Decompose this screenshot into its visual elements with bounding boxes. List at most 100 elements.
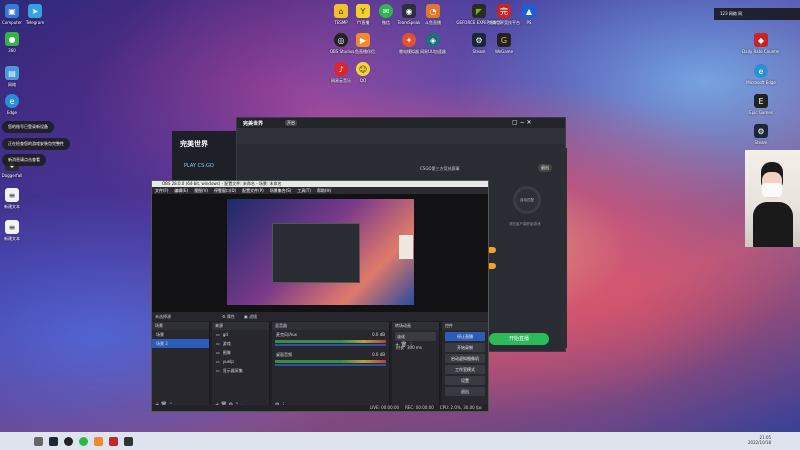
app-tag: PLAY CS:GO bbox=[184, 163, 214, 169]
menu-profile[interactable]: 配置文件(P) bbox=[242, 187, 264, 194]
app-icon: ⌂ bbox=[334, 4, 348, 18]
network-icon: ▤ bbox=[5, 66, 19, 80]
hint-text: 请在客户端开始游戏 bbox=[509, 222, 541, 226]
desktop-icon[interactable]: ➤ Telegram bbox=[20, 4, 50, 25]
virtual-camera-button[interactable]: 启动虚拟摄像机 bbox=[445, 354, 485, 363]
live-status: LIVE: 00:00:00 bbox=[369, 405, 400, 410]
menu-scene-collection[interactable]: 场景集合(S) bbox=[270, 187, 292, 194]
match-ring[interactable]: 自动匹配 bbox=[513, 186, 541, 214]
transitions-title: 转场动画 bbox=[392, 322, 439, 330]
start-live-button[interactable]: 开始直播 bbox=[489, 333, 549, 345]
desktop-icon[interactable]: ◈ 网易UU加速器 bbox=[418, 33, 448, 55]
scene-item[interactable]: 场景 bbox=[152, 330, 209, 339]
source-item[interactable]: ▭ gd bbox=[212, 330, 269, 339]
edge-icon: e bbox=[5, 94, 19, 108]
controls-title: 控件 bbox=[442, 322, 488, 330]
top-right-widget[interactable]: 123 网络 网 bbox=[714, 8, 800, 20]
playstation-icon: ▲ bbox=[522, 4, 536, 18]
menu-help[interactable]: 帮助(H) bbox=[317, 187, 331, 194]
settings-button[interactable]: 设置 bbox=[445, 376, 485, 385]
yy-icon: Y bbox=[356, 4, 370, 18]
clock[interactable]: 21:05 2022/10/18 bbox=[748, 435, 771, 445]
desktop-icon[interactable]: ⚙ Steam bbox=[746, 124, 776, 145]
uu-icon: ◈ bbox=[426, 33, 440, 47]
notification[interactable]: 您的账号已登录新设备 bbox=[2, 121, 54, 133]
source-icon: ▭ bbox=[216, 332, 220, 337]
search-icon[interactable] bbox=[34, 436, 43, 446]
center-text: CSGO第三方竞技赛事 bbox=[420, 166, 460, 171]
exit-pill[interactable]: 退出 bbox=[538, 164, 552, 172]
menu-view[interactable]: 视图(V) bbox=[194, 187, 208, 194]
wechat-icon[interactable] bbox=[79, 436, 88, 446]
sources-title: 来源 bbox=[212, 322, 269, 330]
scenes-title: 场景 bbox=[152, 322, 209, 330]
nested-window bbox=[272, 223, 360, 283]
obs-icon[interactable] bbox=[64, 436, 73, 446]
douyu-icon: ◔ bbox=[426, 4, 440, 18]
menu-docks[interactable]: 停靠窗口(D) bbox=[214, 187, 236, 194]
desktop-icon[interactable]: ▲ PS bbox=[514, 4, 544, 25]
app-title: 完美世界 bbox=[243, 121, 264, 127]
desktop-icon[interactable]: e Microsoft Edge bbox=[746, 64, 776, 85]
wechat-icon: ✉ bbox=[379, 4, 393, 18]
desktop-icon[interactable]: G WeGame bbox=[489, 33, 519, 54]
app-icon[interactable] bbox=[124, 436, 133, 446]
perfect-world-icon[interactable] bbox=[109, 436, 118, 446]
source-icon: ▭ bbox=[216, 350, 220, 355]
desktop-icon[interactable]: ◔ 斗鱼直播 bbox=[418, 4, 448, 26]
steam-icon: ⚙ bbox=[472, 33, 486, 47]
transition-controls[interactable]: + 🗑 ⋮ bbox=[395, 342, 414, 348]
obs-icon: ◎ bbox=[334, 33, 348, 47]
text-file-icon: ≡ bbox=[5, 188, 19, 202]
window-controls[interactable]: ▢ − ✕ bbox=[512, 119, 532, 126]
source-item[interactable]: ▭ 显示器采集 bbox=[212, 366, 269, 375]
app-subbar bbox=[237, 128, 565, 144]
obs-window: OBS 28.0.0 (64-bit, windows) - 配置文件: 未命名… bbox=[151, 180, 489, 412]
desktop-icon[interactable]: E Epic Games bbox=[746, 94, 776, 115]
cpu-status: CPU: 2.0%, 30.00 fps bbox=[439, 405, 482, 410]
scene-item-selected[interactable]: 场景 2 bbox=[152, 339, 209, 348]
notification[interactable]: 新消息请点击查看 bbox=[2, 154, 46, 166]
menu-tools[interactable]: 工具(T) bbox=[297, 187, 311, 194]
obs-menubar: 文件(F) 编辑(E) 视图(V) 停靠窗口(D) 配置文件(P) 场景集合(S… bbox=[152, 187, 488, 194]
desktop-icon[interactable]: ☺ QQ bbox=[348, 62, 378, 83]
rec-status: REC: 00:00:00 bbox=[405, 405, 434, 410]
steam-icon[interactable] bbox=[49, 436, 58, 446]
menu-file[interactable]: 文件(F) bbox=[155, 187, 168, 194]
desktop-icon[interactable]: ≡ 新建文本 bbox=[0, 220, 27, 242]
filters-button[interactable]: ▣ 滤镜 bbox=[244, 312, 257, 321]
properties-button[interactable]: ⚙ 属性 bbox=[222, 312, 235, 321]
volume-slider[interactable] bbox=[275, 364, 386, 366]
douyu-icon[interactable] bbox=[94, 436, 103, 446]
source-item[interactable]: ▭ yuelp bbox=[212, 357, 269, 366]
source-icon: ▭ bbox=[216, 359, 220, 364]
source-item[interactable]: ▭ 图像 bbox=[212, 348, 269, 357]
notification[interactable]: 正在检查您的游戏安装包完整性 bbox=[2, 138, 70, 150]
stop-streaming-button[interactable]: 停止直播 bbox=[445, 332, 485, 341]
app-badge[interactable]: 开启 bbox=[285, 120, 297, 126]
desktop-icon[interactable]: e Edge bbox=[0, 94, 27, 115]
obs-title: OBS 28.0.0 (64-bit, windows) - 配置文件: 未命名… bbox=[162, 181, 282, 186]
taskbar: 21:05 2022/10/18 bbox=[0, 432, 800, 450]
webcam-overlay bbox=[745, 150, 800, 247]
side-strip bbox=[561, 148, 567, 348]
preview-canvas[interactable] bbox=[152, 194, 488, 312]
menu-edit[interactable]: 编辑(E) bbox=[174, 187, 188, 194]
desktop-icon[interactable]: ● 360 bbox=[0, 32, 27, 53]
transition-select[interactable]: 淡化 bbox=[395, 332, 436, 341]
nested-cam bbox=[399, 235, 413, 259]
desktop-icon[interactable]: ◆ Daily Rate Counter bbox=[742, 33, 780, 54]
desktop-icon[interactable]: ▶ 斗鱼直播伴侣 bbox=[348, 33, 378, 55]
source-item[interactable]: ▭ 游戏 bbox=[212, 339, 269, 348]
start-recording-button[interactable]: 开始录制 bbox=[445, 343, 485, 352]
teamspeak-icon: ◉ bbox=[402, 4, 416, 18]
netease-music-icon: ♪ bbox=[334, 62, 348, 76]
volume-slider[interactable] bbox=[275, 344, 386, 346]
app-logo: 完美世界 bbox=[180, 140, 208, 148]
controls-dock: 控件 停止直播 开始录制 启动虚拟摄像机 工作室模式 设置 退出 bbox=[442, 322, 488, 411]
exit-button[interactable]: 退出 bbox=[445, 387, 485, 396]
computer-icon: ▣ bbox=[5, 4, 19, 18]
studio-mode-button[interactable]: 工作室模式 bbox=[445, 365, 485, 374]
desktop-icon[interactable]: ▤ 网络 bbox=[0, 66, 27, 88]
desktop-icon[interactable]: ≡ 新建文本 bbox=[0, 188, 27, 210]
